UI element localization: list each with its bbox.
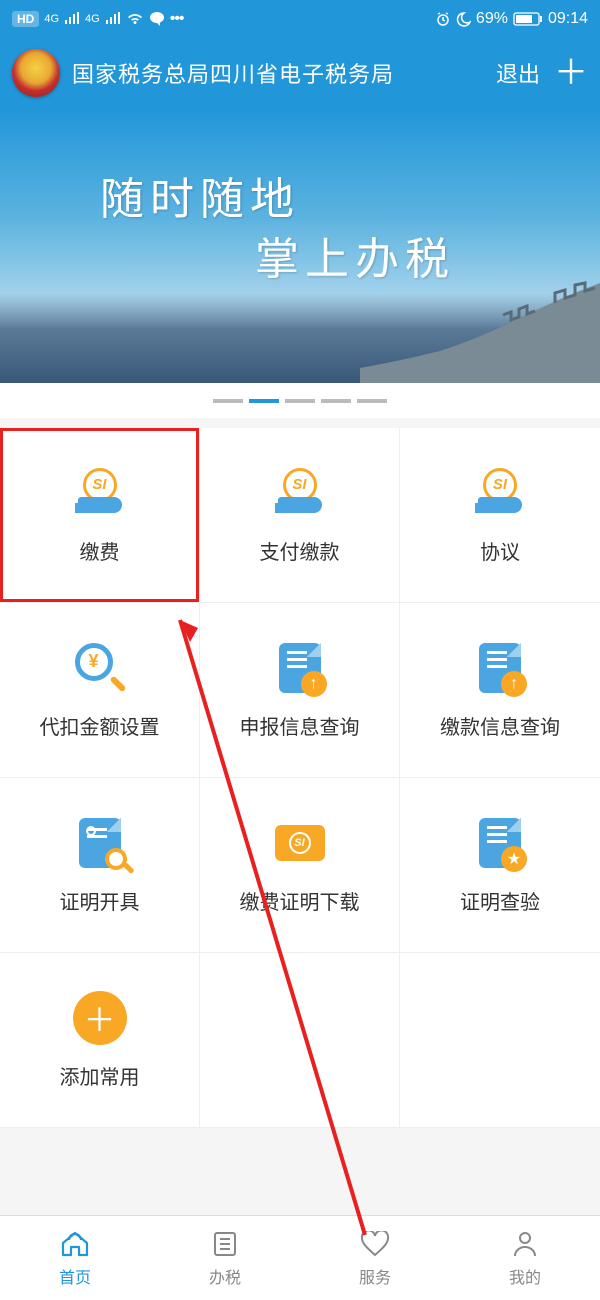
- banner[interactable]: 随时随地 掌上办税: [0, 108, 600, 383]
- grid-item-agreement[interactable]: SI 协议: [400, 428, 600, 603]
- grid-label: 代扣金额设置: [40, 711, 160, 740]
- banner-slogan-line1: 随时随地: [100, 163, 300, 227]
- nav-tax[interactable]: 办税: [150, 1216, 300, 1300]
- payment-icon: SI: [72, 465, 127, 520]
- signal-icon-2: [105, 12, 121, 26]
- grid-item-declare-query[interactable]: ↑ 申报信息查询: [200, 603, 400, 778]
- grid-label: 添加常用: [60, 1061, 140, 1090]
- grid-label: 申报信息查询: [240, 711, 360, 740]
- grid-label: 证明开具: [60, 886, 140, 915]
- grid-label: 支付缴款: [260, 536, 340, 565]
- add-button[interactable]: ＋: [554, 56, 588, 90]
- battery-icon: [513, 12, 543, 26]
- carousel-dot[interactable]: [213, 399, 243, 403]
- magnifier-yuan-icon: ¥: [72, 640, 127, 695]
- grid-empty: [200, 953, 400, 1128]
- heart-icon: [359, 1228, 391, 1260]
- grid-item-payment[interactable]: SI 缴费: [0, 428, 200, 603]
- carousel-indicator: [0, 383, 600, 418]
- agreement-icon: SI: [473, 465, 528, 520]
- hd-icon: HD: [12, 11, 39, 27]
- dots-icon: •••: [170, 10, 184, 28]
- document-upload-icon: ↑: [272, 640, 327, 695]
- grid-label: 证明查验: [460, 886, 540, 915]
- grid-item-pay-tax[interactable]: SI 支付缴款: [200, 428, 400, 603]
- great-wall-illustration: [360, 263, 600, 383]
- nav-service[interactable]: 服务: [300, 1216, 450, 1300]
- function-grid: SI 缴费 SI 支付缴款 SI 协议 ¥: [0, 428, 600, 1128]
- network-4g-icon-2: 4G: [85, 13, 100, 25]
- nav-home[interactable]: 首页: [0, 1216, 150, 1300]
- nav-label: 办税: [209, 1264, 241, 1288]
- alarm-icon: [435, 11, 451, 27]
- app-title: 国家税务总局四川省电子税务局: [72, 57, 496, 89]
- carousel-dot[interactable]: [285, 399, 315, 403]
- grid-label: 缴费: [80, 536, 120, 565]
- home-icon: [59, 1228, 91, 1260]
- grid-item-certificate-verify[interactable]: ★ 证明查验: [400, 778, 600, 953]
- grid-label: 缴费证明下载: [240, 886, 360, 915]
- grid-item-certificate-issue[interactable]: 证明开具: [0, 778, 200, 953]
- nav-label: 服务: [359, 1264, 391, 1288]
- battery-text: 69%: [476, 10, 508, 28]
- list-icon: [209, 1228, 241, 1260]
- app-header: 国家税务总局四川省电子税务局 退出 ＋: [0, 38, 600, 108]
- status-bar: HD 4G 4G ••• 69% 09:14: [0, 0, 600, 38]
- status-left: HD 4G 4G •••: [12, 10, 184, 28]
- nav-label: 我的: [509, 1264, 541, 1288]
- tax-emblem-icon: [12, 49, 60, 97]
- carousel-dot[interactable]: [249, 399, 279, 403]
- carousel-dot[interactable]: [357, 399, 387, 403]
- grid-label: 协议: [480, 536, 520, 565]
- person-icon: [509, 1228, 541, 1260]
- document-star-icon: ★: [473, 815, 528, 870]
- nav-label: 首页: [59, 1264, 91, 1288]
- status-right: 69% 09:14: [435, 10, 588, 28]
- chat-icon: [149, 11, 165, 27]
- grid-item-deduction-setting[interactable]: ¥ 代扣金额设置: [0, 603, 200, 778]
- grid-label: 缴款信息查询: [440, 711, 560, 740]
- pay-tax-icon: SI: [272, 465, 327, 520]
- grid-item-certificate-download[interactable]: SI 缴费证明下载: [200, 778, 400, 953]
- logout-button[interactable]: 退出: [496, 57, 540, 89]
- add-circle-icon: ＋: [72, 990, 127, 1045]
- wifi-icon: [126, 12, 144, 26]
- network-4g-icon: 4G: [44, 13, 59, 25]
- signal-icon: [64, 12, 80, 26]
- card-si-icon: SI: [272, 815, 327, 870]
- grid-item-add-favorite[interactable]: ＋ 添加常用: [0, 953, 200, 1128]
- nav-profile[interactable]: 我的: [450, 1216, 600, 1300]
- document-search-icon: [72, 815, 127, 870]
- clock-text: 09:14: [548, 10, 588, 28]
- document-upload-icon: ↑: [473, 640, 528, 695]
- moon-icon: [456, 12, 471, 27]
- bottom-nav: 首页 办税 服务 我的: [0, 1215, 600, 1300]
- grid-empty: [400, 953, 600, 1128]
- carousel-dot[interactable]: [321, 399, 351, 403]
- grid-item-payment-query[interactable]: ↑ 缴款信息查询: [400, 603, 600, 778]
